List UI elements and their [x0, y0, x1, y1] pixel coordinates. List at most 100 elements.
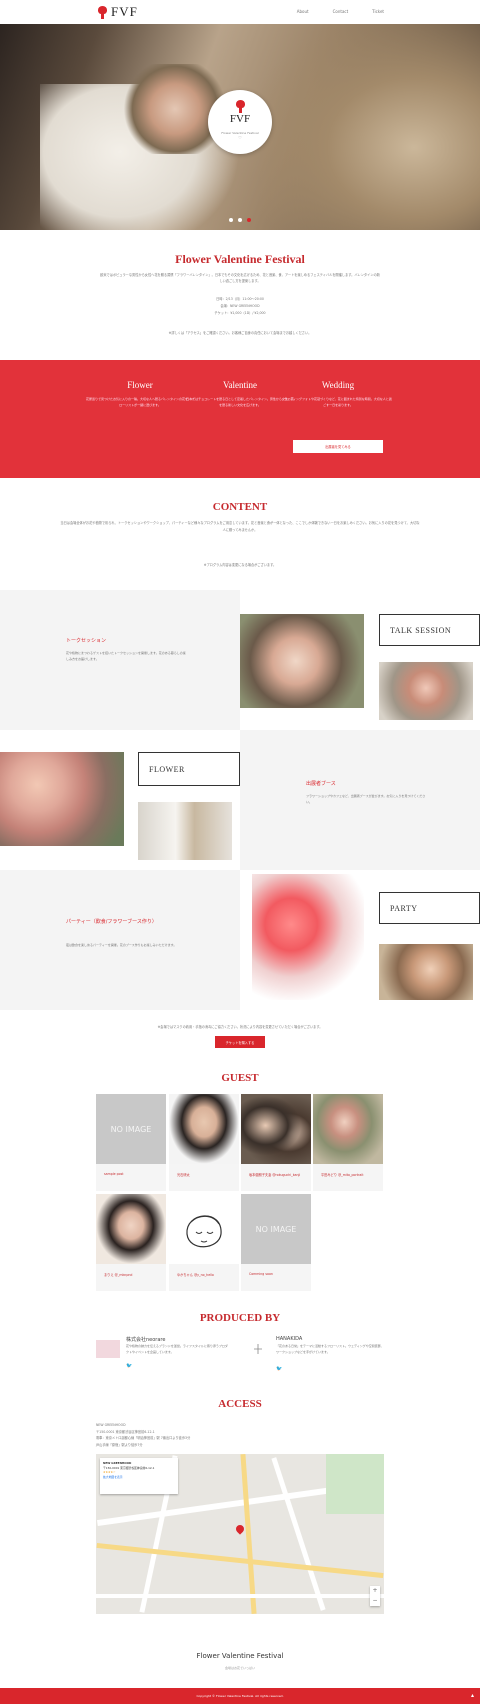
guest-card[interactable]: 坂本健朗子夫妻 @rokuguchi_kanji: [241, 1094, 311, 1191]
flower-logo-icon: [98, 5, 107, 19]
neorare-logo: [96, 1340, 120, 1358]
guest-name: 坂本健朗子夫妻 @rokuguchi_kanji: [249, 1173, 301, 1177]
noimage-placeholder: NO IMAGE: [241, 1194, 311, 1264]
feature-title: Flower: [127, 380, 153, 390]
content-body: 当日は会場全体がお花や植物で彩られ、トークセッションやワークショップ、パーティー…: [60, 521, 420, 532]
guest-illustration: [169, 1194, 239, 1264]
zoom-in-icon[interactable]: +: [370, 1586, 380, 1596]
main-nav: About Contact Ticket: [297, 9, 384, 14]
slider-dots: [229, 218, 251, 222]
guest-name: sample post: [104, 1172, 124, 1176]
guest-card[interactable]: NO IMAGE Comming soon: [241, 1194, 311, 1291]
event-details: 日時：2/13（月）11:00〜20:00 会場：NEW GREENHOOD チ…: [0, 296, 480, 317]
noimage-placeholder: NO IMAGE: [96, 1094, 166, 1164]
org-name: HANAKIDA: [276, 1336, 303, 1342]
site-header: FVF About Contact Ticket: [0, 0, 480, 24]
event-date: 日時：2/13（月）11:00〜20:00: [216, 297, 264, 301]
feature-column-flower: Flower 花屋巡りで見つけたお気に入りの一輪。大切な人へ贈るバレンタインの花…: [85, 380, 195, 408]
access-title: ACCESS: [218, 1398, 262, 1410]
content-title: CONTENT: [212, 501, 268, 513]
feature-text: 花屋巡りで見つけたお気に入りの一輪。大切な人へ贈るバレンタインの花を、フローリス…: [85, 397, 194, 407]
access-map[interactable]: NEW GREENHOOD 〒150-0001 東京都渋谷区神宮前6-12-1 …: [96, 1454, 384, 1614]
map-zoom-control[interactable]: + −: [370, 1586, 380, 1606]
flower-photo-bride: [138, 802, 232, 860]
program-note: ※会場ではマスクの着用・手指の消毒にご協力ください。状況により内容を変更させてい…: [157, 1025, 323, 1029]
footer-title: Flower Valentine Festival: [196, 1652, 284, 1660]
twitter-icon[interactable]: 🐦: [276, 1366, 282, 1372]
feature-text: 日本ではチョコレートを贈る日として定着したバレンタイン。男性から女性へ花を贈る新…: [186, 397, 294, 407]
flower-logo-icon: [235, 100, 245, 113]
program-label: トークセッション: [66, 638, 107, 644]
buy-ticket-button[interactable]: チケットを購入する: [215, 1036, 265, 1048]
flower-photo-roses: [0, 752, 124, 846]
intro-body: 欧米ではポピュラーな男性から女性へ花を贈る習慣「フラワーバレンタイン」。日本でも…: [100, 273, 380, 283]
twitter-icon[interactable]: 🐦: [126, 1363, 132, 1369]
org-description: 「花のある日常」をテーマに活動するフローリスト。ウェディングや空間装飾、ワークシ…: [276, 1344, 384, 1354]
slider-dot-1[interactable]: [229, 218, 233, 222]
program-panel-party: [0, 870, 240, 1010]
guest-card[interactable]: 平田みどり @_mito_portrait: [313, 1094, 383, 1191]
event-venue: 会場：NEW GREENHOOD: [220, 304, 260, 308]
map-info-card: NEW GREENHOOD 〒150-0001 東京都渋谷区神宮前6-12-1 …: [100, 1458, 178, 1494]
guest-card[interactable]: ゆかちゃん @y_no_hello: [169, 1194, 239, 1291]
guest-photo: [96, 1194, 166, 1264]
site-logo[interactable]: FVF: [98, 4, 138, 20]
guest-title: GUEST: [221, 1072, 259, 1084]
map-card-link[interactable]: 拡大地図を表示: [103, 1475, 175, 1480]
map-park: [326, 1454, 384, 1514]
guest-photo: [313, 1094, 383, 1164]
zoom-out-icon[interactable]: −: [370, 1596, 380, 1606]
org-name: 株式会社neorare: [126, 1337, 166, 1343]
footer-bar: Copyright © Flower Valentine Festival. A…: [0, 1688, 480, 1704]
exhibitors-button[interactable]: 出展者を見てみる: [293, 440, 383, 453]
guest-card[interactable]: 光石研太: [169, 1094, 239, 1191]
program-label: パーティー（飲食/フラワーブース作り）: [66, 919, 157, 925]
intro-title: Flower Valentine Festival: [175, 252, 305, 266]
talk-session-photo: [240, 614, 364, 708]
party-photo-drinks: [252, 874, 364, 1000]
guest-name: まりえ @_mknpnd: [104, 1273, 133, 1277]
produced-title: PRODUCED BY: [199, 1312, 281, 1324]
guest-card[interactable]: NO IMAGE sample post: [96, 1094, 166, 1191]
hero-photo-background: [260, 24, 480, 230]
talk-guest-photo: [379, 662, 473, 720]
slider-dot-2[interactable]: [238, 218, 242, 222]
nav-link-contact[interactable]: Contact: [333, 9, 349, 14]
access-jr: JR山手線「原宿」駅より徒歩7分: [96, 1442, 143, 1447]
guest-photo: [169, 1094, 239, 1164]
party-guest-photo: [379, 944, 473, 1000]
feature-title: Wedding: [321, 380, 355, 390]
org-description: 花や植物の魅力を伝えるブランドを運営。ライフスタイルに寄り添うプロダクトやイベン…: [126, 1344, 228, 1354]
copyright: Copyright © Flower Valentine Festival. A…: [196, 1694, 284, 1698]
back-to-top-icon[interactable]: ▴: [471, 1692, 474, 1699]
content-note: ※プログラム内容は変更になる場合がございます。: [203, 563, 277, 567]
badge-name: FVF: [229, 113, 251, 125]
feature-column-wedding: Wedding ウェディングフォトや花冠づくりなど、花に囲まれた特別な時間。大切…: [283, 380, 393, 408]
intro-note: ※詳しくは「アクセス」をご確認ください。お客様ご自身の責任において会場までお越し…: [168, 331, 312, 335]
nav-link-ticket[interactable]: Ticket: [372, 9, 384, 14]
guest-card[interactable]: まりえ @_mknpnd: [96, 1194, 166, 1291]
logo-text: FVF: [111, 4, 138, 19]
hero-slider[interactable]: FVF Flower Valentine Festival ♡: [0, 24, 480, 230]
event-ticket-price: チケット：¥1,000（1D）/ ¥2,000: [214, 311, 266, 315]
feature-title: Valentine: [223, 380, 257, 390]
feature-column-valentine: Valentine 日本ではチョコレートを贈る日として定着したバレンタイン。男性…: [185, 380, 295, 408]
nav-link-about[interactable]: About: [297, 9, 309, 14]
access-info: NEW GREENHOOD 〒150-0001 東京都渋谷区神宮前6-12-1 …: [96, 1422, 376, 1448]
guest-name: ゆかちゃん @y_no_hello: [177, 1273, 214, 1277]
program-text: 夜は飲食を楽しめるパーティーを開催。花のブース作りもお楽しみいただけます。: [66, 943, 177, 947]
face-illustration-icon: [186, 1215, 222, 1248]
program-tag-party: PARTY: [379, 892, 480, 924]
program-tag-talk-session: TALK SESSION: [379, 614, 480, 646]
program-label: 出展者ブース: [306, 781, 336, 787]
feature-band: Flower 花屋巡りで見つけたお気に入りの一輪。大切な人へ贈るバレンタインの花…: [0, 360, 480, 478]
guest-photo: [241, 1094, 311, 1164]
feature-text: ウェディングフォトや花冠づくりなど、花に囲まれた特別な時間。大切な人と過ごす一日…: [284, 397, 392, 407]
guest-name: Comming soon: [249, 1272, 273, 1276]
heart-icon: ♡: [238, 135, 242, 140]
program-tag-flower: FLOWER: [138, 752, 240, 786]
program-text: フラワーショップやカフェなど、出展者ブースが並びます。お気に入りを見つけてくださ…: [306, 794, 426, 804]
slider-dot-3[interactable]: [247, 218, 251, 222]
hanakida-logo: [246, 1340, 270, 1358]
guest-name: 平田みどり @_mito_portrait: [321, 1173, 364, 1177]
